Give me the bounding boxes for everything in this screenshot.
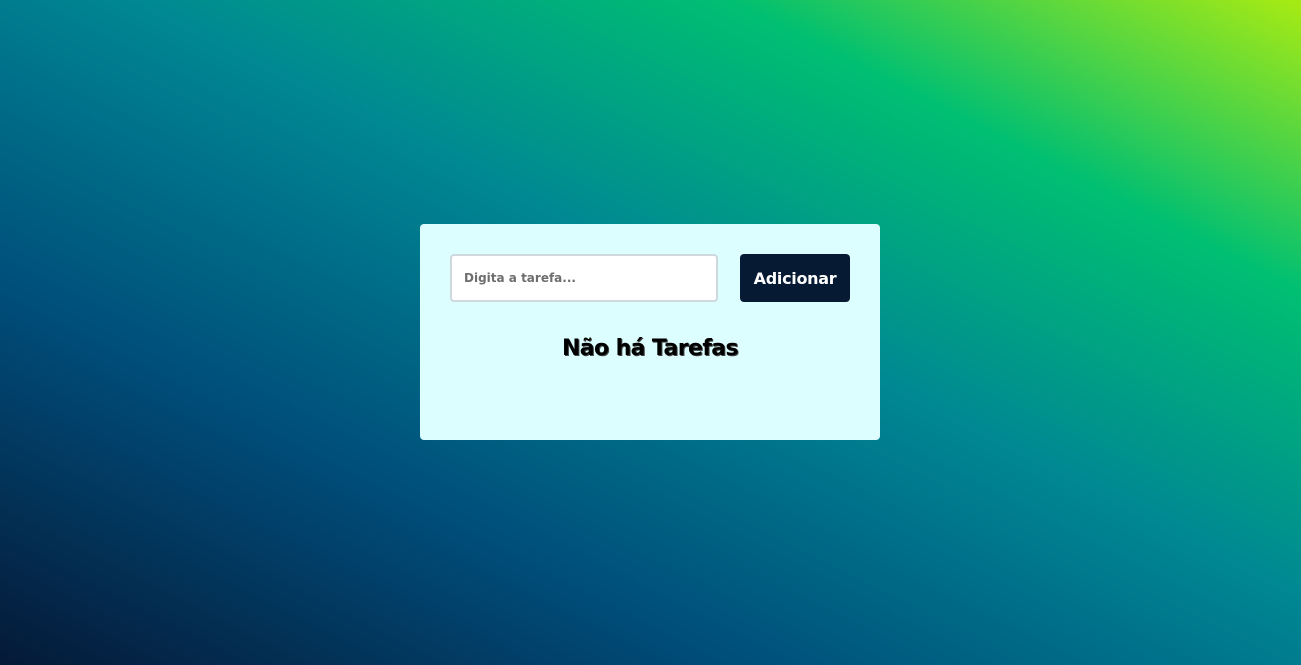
- todo-card: Adicionar Não há Tarefas: [420, 224, 880, 440]
- page-background: { "todo": { "input": { "placeholder": "D…: [0, 0, 1301, 665]
- task-input[interactable]: [450, 254, 718, 302]
- empty-tasks-message: Não há Tarefas: [561, 336, 739, 361]
- add-task-row: Adicionar: [450, 254, 850, 302]
- add-task-button[interactable]: Adicionar: [740, 254, 850, 302]
